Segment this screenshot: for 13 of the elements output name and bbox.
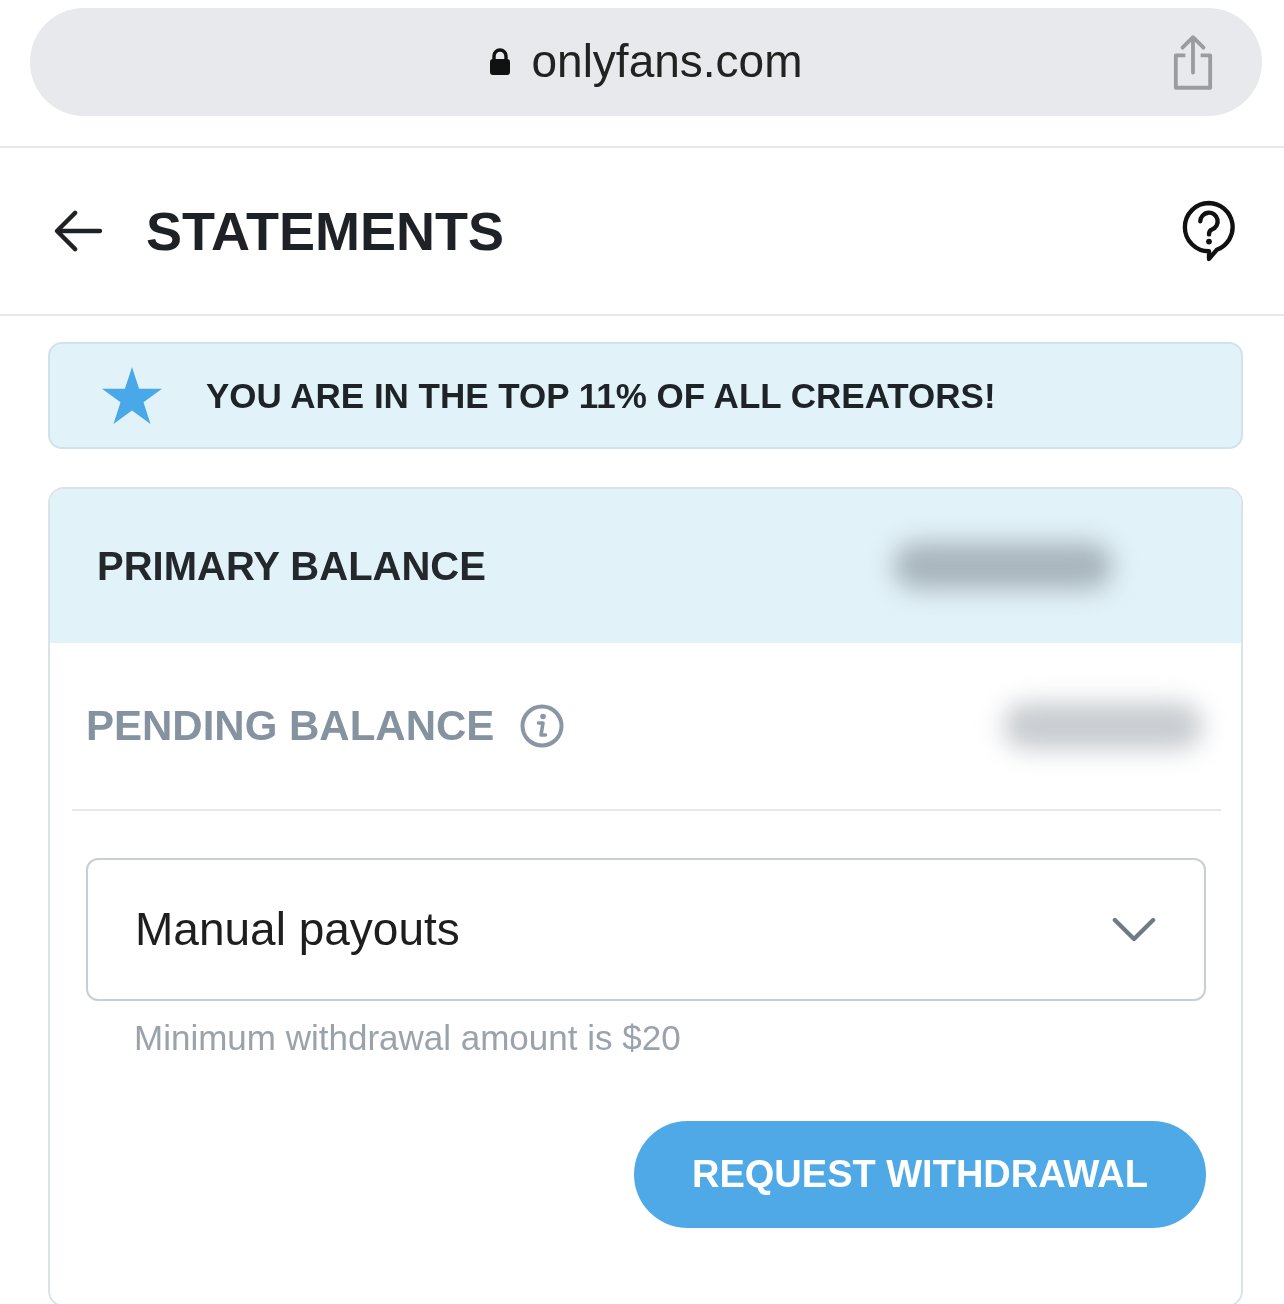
url-text[interactable]: onlyfans.com (531, 34, 803, 90)
balance-label: PRIMARY BALANCE (97, 543, 486, 590)
star-icon (102, 367, 162, 424)
payout-method-select[interactable]: Manual payouts (86, 858, 1206, 1001)
lock-icon (489, 48, 512, 76)
banner-text: YOU ARE IN THE TOP 11% OF ALL CREATORS! (206, 374, 996, 417)
chevron-down-icon (1112, 917, 1156, 942)
balance-label: PENDING BALANCE (86, 700, 495, 751)
hint-text: Minimum withdrawal amount is $20 (134, 1017, 682, 1059)
back-arrow-icon[interactable] (54, 210, 102, 252)
help-icon[interactable] (1182, 200, 1236, 262)
page-title: STATEMENTS (146, 199, 504, 263)
info-icon[interactable] (520, 704, 565, 748)
